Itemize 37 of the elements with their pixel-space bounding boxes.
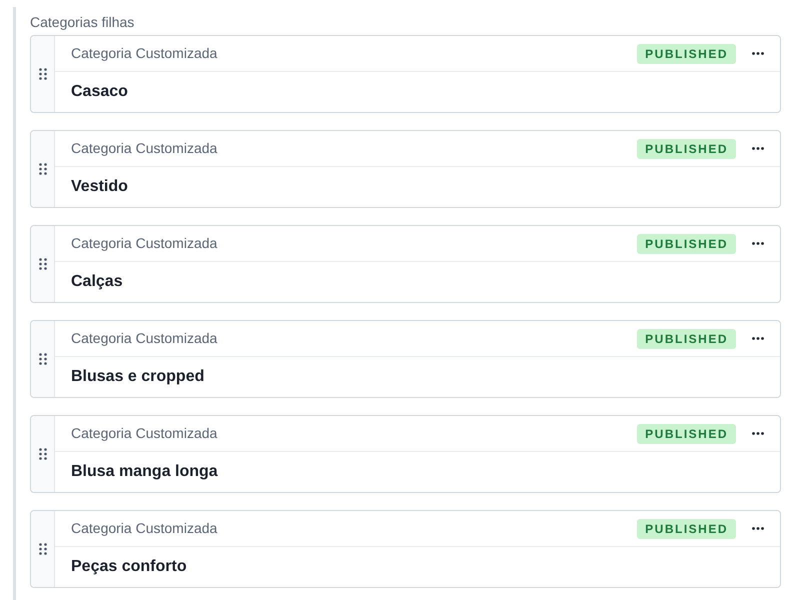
drag-handle-icon: [38, 68, 46, 80]
drag-handle-icon: [38, 448, 46, 460]
drag-handle-icon: [38, 163, 46, 175]
drag-handle[interactable]: [31, 226, 55, 302]
category-title: Peças conforto: [71, 557, 187, 577]
more-options-icon: [752, 337, 764, 340]
drag-handle-icon: [38, 258, 46, 270]
category-type: Categoria Customizada: [71, 329, 218, 348]
status-badge: PUBLISHED: [637, 328, 736, 348]
more-options-icon: [752, 432, 764, 435]
more-options-icon: [752, 527, 764, 530]
category-type: Categoria Customizada: [71, 519, 218, 538]
more-options-icon: [752, 242, 764, 245]
category-type: Categoria Customizada: [71, 424, 218, 443]
more-options-icon: [752, 147, 764, 150]
more-options-icon: [752, 52, 764, 55]
status-badge: PUBLISHED: [637, 138, 736, 158]
category-type: Categoria Customizada: [71, 139, 218, 158]
drag-handle[interactable]: [31, 321, 55, 397]
status-badge: PUBLISHED: [637, 518, 736, 538]
category-title: Blusas e cropped: [71, 367, 204, 387]
drag-handle[interactable]: [31, 131, 55, 207]
drag-handle-icon: [38, 543, 46, 555]
section-label: Categorias filhas: [30, 13, 136, 32]
category-type: Categoria Customizada: [71, 234, 218, 253]
category-title: Casaco: [71, 82, 128, 102]
drag-handle[interactable]: [31, 36, 55, 112]
category-title: Calças: [71, 272, 123, 292]
status-badge: PUBLISHED: [637, 424, 736, 444]
status-badge: PUBLISHED: [637, 234, 736, 254]
category-type: Categoria Customizada: [71, 44, 218, 63]
drag-handle-icon: [38, 353, 46, 365]
category-title: Vestido: [71, 177, 128, 197]
status-badge: PUBLISHED: [637, 44, 736, 64]
category-title: Blusa manga longa: [71, 462, 218, 482]
drag-handle[interactable]: [31, 511, 55, 587]
drag-handle[interactable]: [31, 416, 55, 492]
